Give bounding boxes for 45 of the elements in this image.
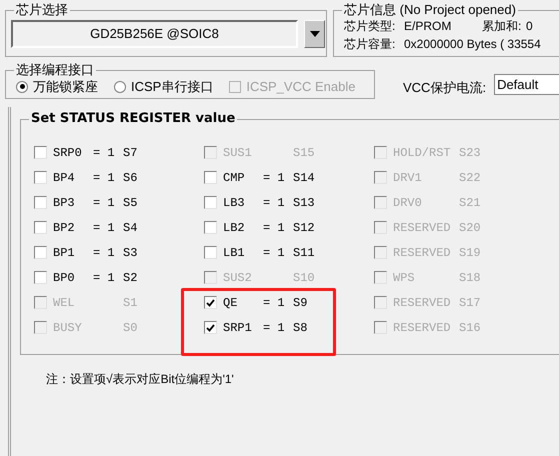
checkbox[interactable] [204,171,217,184]
register-bit-option[interactable]: LB3 = 1 S13 [204,193,315,212]
info-label: 累加和: [482,18,522,35]
chip-select-field[interactable]: GD25B256E @SOIC8 [11,20,298,48]
vcc-protect-label: VCC保护电流: [403,78,486,96]
checkbox[interactable] [34,246,47,259]
info-value: 0x2000000 Bytes ( 33554 [404,36,541,53]
radio-label: 万能锁紧座 [33,78,98,96]
register-bit-option[interactable]: BP2 = 1 S4 [34,218,138,237]
info-value: E/PROM [404,18,452,35]
info-label: 芯片类型: [344,18,396,35]
checkbox[interactable] [34,221,47,234]
info-value: 0 [526,18,533,35]
register-bit-option[interactable]: CMP = 1 S14 [204,168,315,187]
vcc-protect-select[interactable]: Default [494,74,559,95]
checkbox[interactable] [34,196,47,209]
checkbox[interactable] [204,221,217,234]
register-bit-option[interactable]: BP4 = 1 S6 [34,168,138,187]
note-text: 注：设置项√表示对应Bit位编程为'1' [46,372,234,386]
register-bit-option[interactable]: LB1 = 1 S11 [204,243,315,262]
radio-button[interactable] [114,80,126,93]
register-bit-option[interactable]: QE = 1 S9 [204,293,308,312]
check-icon [206,324,215,332]
group-title: 选择编程接口 [14,61,96,79]
register-bit-option[interactable]: SRP1 = 1 S8 [204,318,308,337]
checkbox[interactable] [34,271,47,284]
register-bit-option[interactable]: BP0 = 1 S2 [34,268,138,287]
register-bit-option[interactable]: BP1 = 1 S3 [34,243,138,262]
checkbox[interactable] [34,171,47,184]
caret-down-icon [310,31,320,37]
group-title: 芯片信息 (No Project opened) [342,1,518,19]
checkbox[interactable] [204,321,217,334]
check-icon [206,298,215,306]
dropdown-button[interactable] [304,20,325,48]
checkbox[interactable] [204,196,217,209]
group-title: 芯片选择 [14,1,70,19]
checkbox[interactable] [204,296,217,309]
register-bit-option[interactable]: BP3 = 1 S5 [34,193,138,212]
radio-label: ICSP串行接口 [131,78,214,96]
checkbox[interactable] [34,146,47,159]
checkbox[interactable] [204,246,217,259]
register-bit-option[interactable]: SRP0 = 1 S7 [34,143,138,162]
register-bit-option[interactable]: LB2 = 1 S12 [204,218,315,237]
info-label: 芯片容量: [344,36,396,53]
radio-button[interactable] [16,80,28,93]
